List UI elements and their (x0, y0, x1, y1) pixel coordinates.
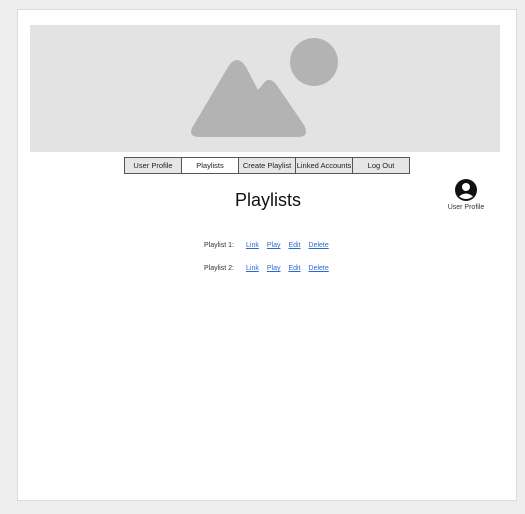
playlist-edit-link[interactable]: Edit (288, 242, 300, 249)
nav-tab-log-out[interactable]: Log Out (352, 157, 410, 174)
playlist-play-link[interactable]: Play (267, 242, 281, 249)
user-circle-icon (455, 179, 477, 201)
playlist-link-link[interactable]: Link (246, 265, 259, 272)
playlist-play-link[interactable]: Play (267, 265, 281, 272)
nav-tab-playlists[interactable]: Playlists (181, 157, 239, 174)
placeholder-sun-shape (290, 38, 338, 86)
main-nav: User Profile Playlists Create Playlist L… (124, 157, 410, 174)
playlist-name: Playlist 1: (204, 242, 234, 249)
nav-tab-user-profile[interactable]: User Profile (124, 157, 182, 174)
page-frame: User Profile Playlists Create Playlist L… (17, 9, 517, 501)
image-placeholder-icon (191, 38, 338, 137)
playlist-row: Playlist 2: Link Play Edit Delete (204, 257, 337, 280)
playlist-delete-link[interactable]: Delete (309, 242, 329, 249)
nav-tab-create-playlist[interactable]: Create Playlist (238, 157, 296, 174)
playlist-delete-link[interactable]: Delete (309, 265, 329, 272)
playlist-list: Playlist 1: Link Play Edit Delete Playli… (204, 234, 337, 280)
hero-banner (30, 25, 500, 152)
playlist-edit-link[interactable]: Edit (288, 265, 300, 272)
playlist-row: Playlist 1: Link Play Edit Delete (204, 234, 337, 257)
user-profile-link[interactable]: User Profile (438, 178, 494, 211)
placeholder-mountain-shape (191, 60, 306, 137)
user-profile-label: User Profile (447, 204, 485, 211)
page-title: Playlists (234, 190, 301, 210)
playlist-name: Playlist 2: (204, 265, 234, 272)
playlist-link-link[interactable]: Link (246, 242, 259, 249)
nav-tab-linked-accounts[interactable]: Linked Accounts (295, 157, 353, 174)
